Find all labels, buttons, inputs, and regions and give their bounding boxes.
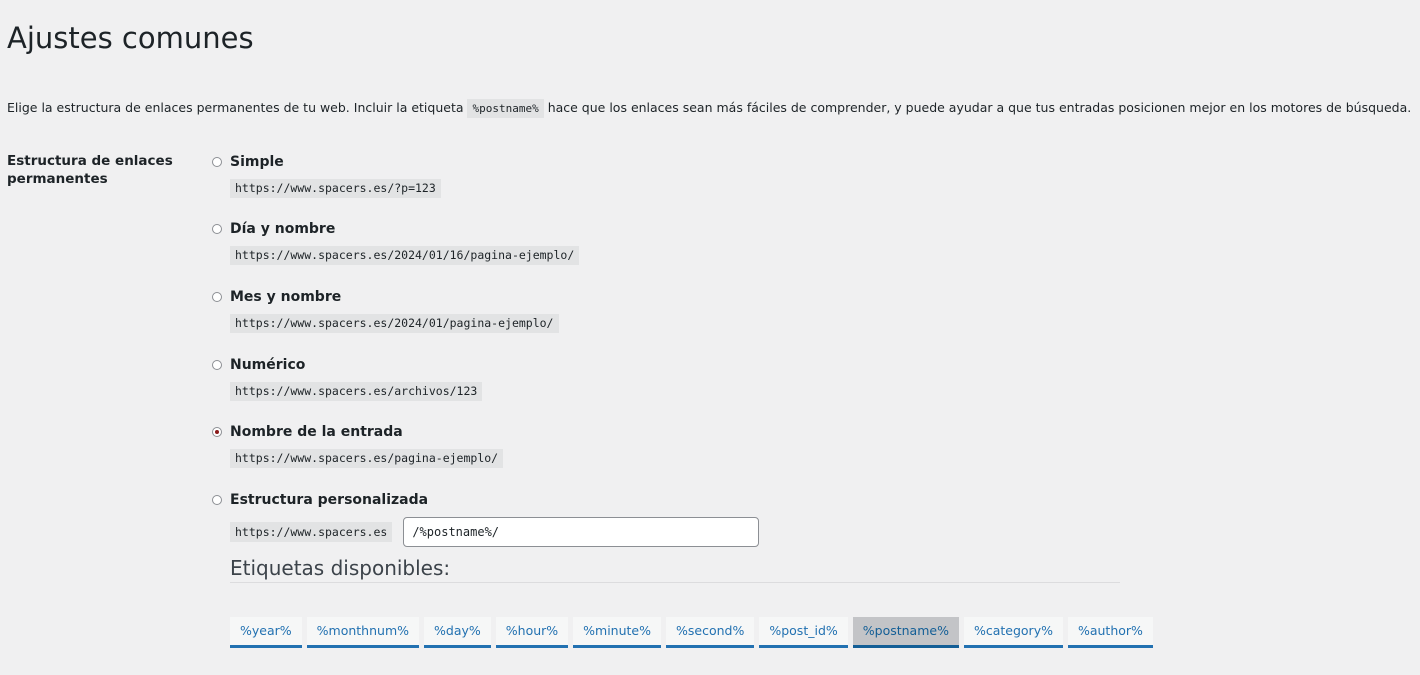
available-tags-list: %year% %monthnum% %day% %hour% %minute% … <box>230 617 1153 648</box>
option-day-name: Día y nombre https://www.spacers.es/2024… <box>212 219 580 265</box>
radio-simple[interactable] <box>212 157 222 167</box>
intro-text-end: hace que los enlaces sean más fáciles de… <box>543 100 1412 115</box>
tag-category-button[interactable]: %category% <box>963 617 1063 648</box>
radio-month-name[interactable] <box>212 292 222 302</box>
option-numeric: Numérico https://www.spacers.es/archivos… <box>212 355 483 401</box>
option-simple: Simple https://www.spacers.es/?p=123 <box>212 152 441 198</box>
option-numeric-label[interactable]: Numérico <box>230 357 305 373</box>
tag-author-button[interactable]: %author% <box>1067 617 1153 648</box>
tag-day-button[interactable]: %day% <box>424 617 491 648</box>
option-custom-structure: Estructura personalizada <box>212 490 428 510</box>
custom-structure-row: https://www.spacers.es <box>230 517 760 547</box>
page-title: Ajustes comunes <box>7 21 254 55</box>
custom-base-url: https://www.spacers.es <box>230 522 393 542</box>
option-month-name: Mes y nombre https://www.spacers.es/2024… <box>212 287 559 333</box>
intro-postname-code: %postname% <box>467 99 544 118</box>
intro-text-start: Elige la estructura de enlaces permanent… <box>7 100 468 115</box>
intro-text: Elige la estructura de enlaces permanent… <box>7 98 1411 119</box>
tag-year-button[interactable]: %year% <box>230 617 302 648</box>
option-custom-structure-label[interactable]: Estructura personalizada <box>230 492 428 508</box>
tag-post-id-button[interactable]: %post_id% <box>759 617 848 648</box>
tag-second-button[interactable]: %second% <box>666 617 755 648</box>
option-month-name-label[interactable]: Mes y nombre <box>230 289 341 305</box>
radio-day-name[interactable] <box>212 224 222 234</box>
radio-custom-structure[interactable] <box>212 495 222 505</box>
option-post-name-example: https://www.spacers.es/pagina-ejemplo/ <box>230 449 504 468</box>
option-post-name-label[interactable]: Nombre de la entrada <box>230 424 403 440</box>
permalink-structure-label: Estructura de enlaces permanentes <box>7 153 173 187</box>
option-day-name-label[interactable]: Día y nombre <box>230 221 335 237</box>
tag-postname-button[interactable]: %postname% <box>852 617 959 648</box>
option-day-name-example: https://www.spacers.es/2024/01/16/pagina… <box>230 246 580 265</box>
radio-numeric[interactable] <box>212 360 222 370</box>
custom-structure-input[interactable] <box>403 517 760 547</box>
option-numeric-example: https://www.spacers.es/archivos/123 <box>230 382 483 401</box>
tag-minute-button[interactable]: %minute% <box>573 617 661 648</box>
tag-monthnum-button[interactable]: %monthnum% <box>306 617 420 648</box>
option-post-name: Nombre de la entrada https://www.spacers… <box>212 422 504 468</box>
radio-post-name[interactable] <box>212 427 222 437</box>
option-simple-label[interactable]: Simple <box>230 154 284 170</box>
option-simple-example: https://www.spacers.es/?p=123 <box>230 179 441 198</box>
tag-hour-button[interactable]: %hour% <box>495 617 569 648</box>
option-month-name-example: https://www.spacers.es/2024/01/pagina-ej… <box>230 314 559 333</box>
tags-divider <box>230 582 1120 583</box>
available-tags-heading: Etiquetas disponibles: <box>230 556 451 580</box>
